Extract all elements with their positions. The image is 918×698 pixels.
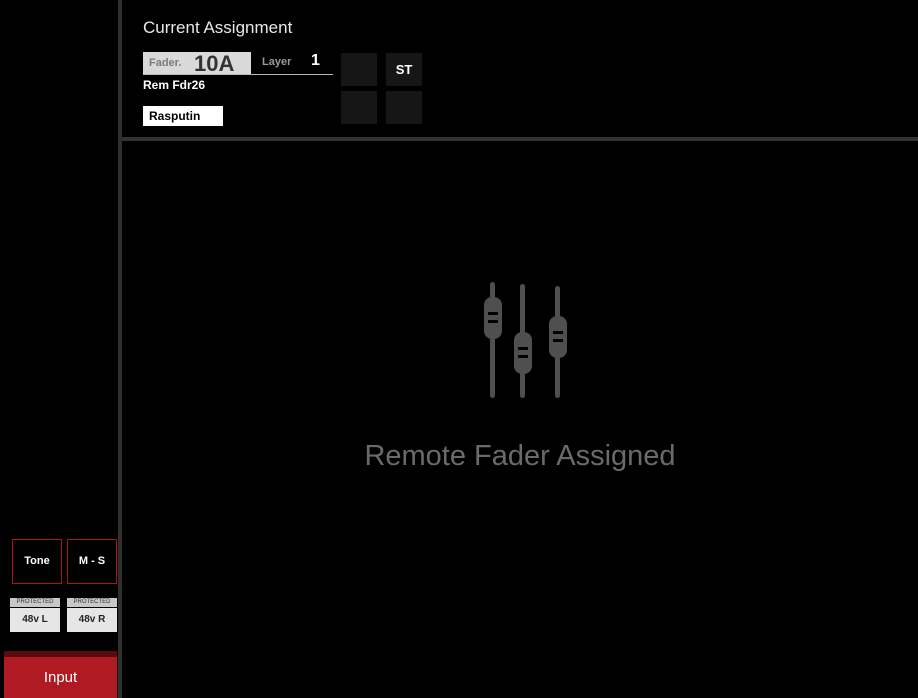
protected-label-left: PROTECTED bbox=[10, 598, 60, 607]
protected-label-right: PROTECTED bbox=[67, 598, 117, 607]
sidebar-divider bbox=[118, 0, 122, 698]
layer-number: 1 bbox=[311, 52, 320, 69]
current-assignment-title: Current Assignment bbox=[143, 18, 293, 37]
phantom-48v-left-button[interactable]: 48v L bbox=[10, 608, 60, 632]
header-divider bbox=[122, 137, 918, 141]
layer-label: Layer bbox=[262, 56, 292, 68]
left-sidebar bbox=[0, 0, 118, 698]
fader-assignment-box[interactable]: Fader. 10A bbox=[143, 51, 251, 76]
phantom-48v-right-button[interactable]: 48v R bbox=[67, 608, 117, 632]
fader-label: Fader. bbox=[149, 57, 182, 69]
faders-icon bbox=[477, 282, 573, 405]
tone-button[interactable]: Tone bbox=[12, 539, 62, 584]
assign-slot-2[interactable] bbox=[341, 91, 377, 124]
channel-name-field[interactable]: Rasputin bbox=[143, 106, 223, 126]
remote-fader-message: Remote Fader Assigned bbox=[364, 440, 676, 472]
fader-underline bbox=[143, 74, 333, 75]
ms-button[interactable]: M - S bbox=[67, 539, 117, 584]
assign-slot-1[interactable] bbox=[341, 53, 377, 86]
assign-slot-3[interactable] bbox=[386, 91, 422, 124]
remote-fader-label: Rem Fdr26 bbox=[143, 78, 206, 92]
input-button[interactable]: Input bbox=[4, 657, 117, 698]
st-button[interactable]: ST bbox=[386, 53, 422, 86]
